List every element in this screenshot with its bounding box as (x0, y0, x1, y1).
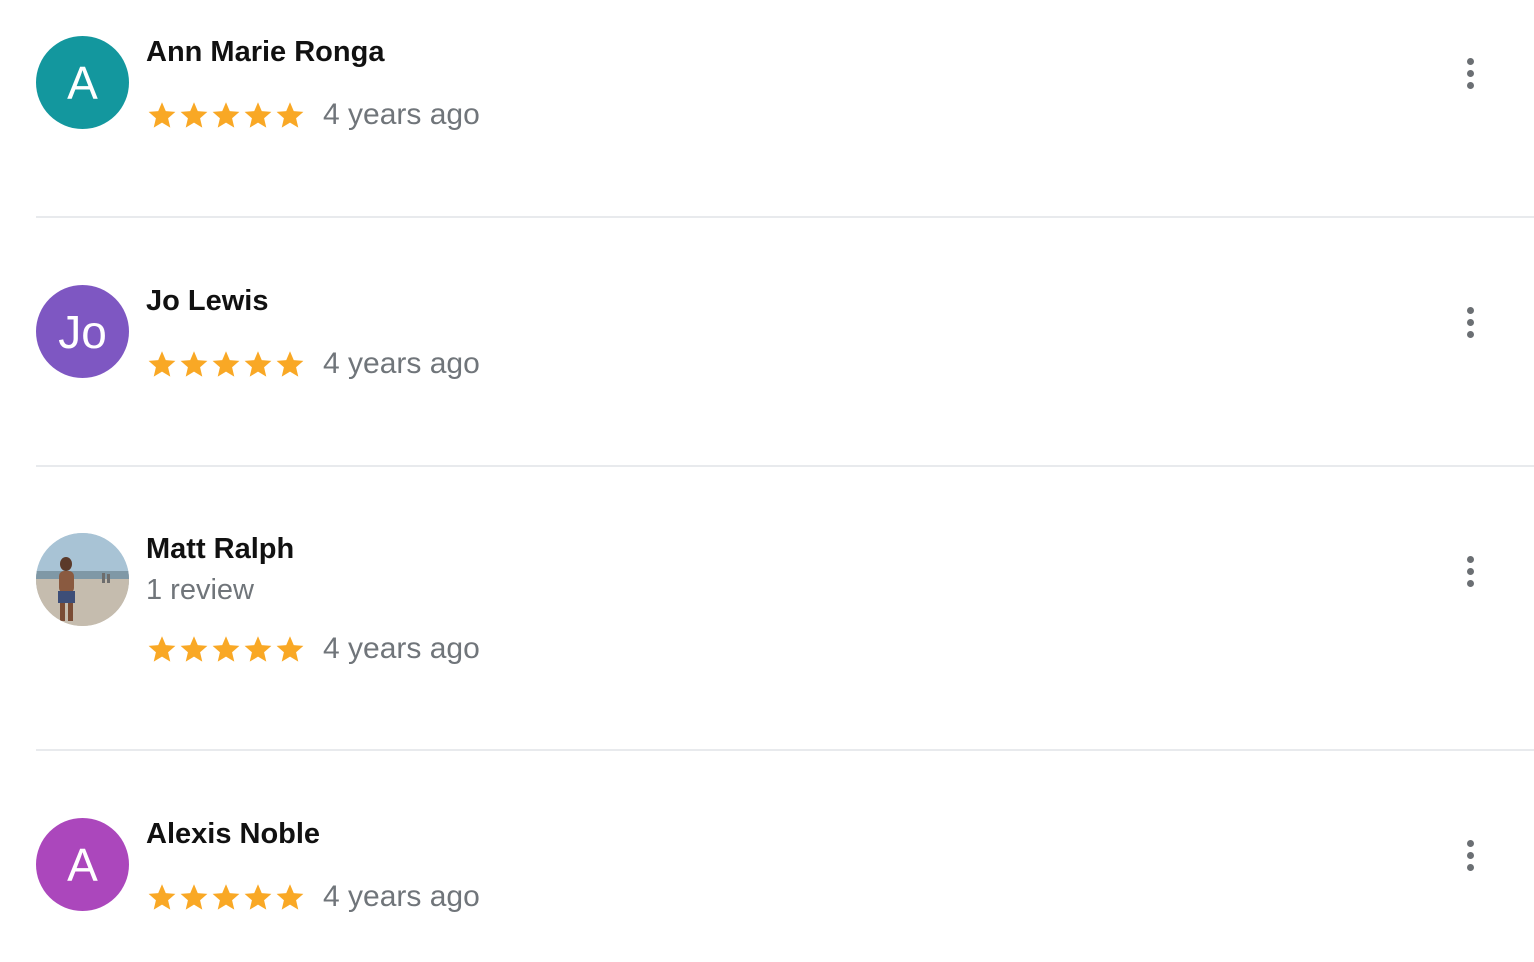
divider (36, 749, 1534, 751)
avatar-initial: Jo (58, 305, 107, 358)
star-icon (242, 348, 274, 380)
star-rating (146, 633, 306, 665)
star-icon (210, 99, 242, 131)
star-icon (178, 633, 210, 665)
rating-row: 4 years ago (146, 344, 480, 384)
star-icon (210, 881, 242, 913)
star-icon (146, 99, 178, 131)
review-count[interactable]: 1 review (146, 574, 254, 607)
star-rating (146, 99, 306, 131)
avatar[interactable] (36, 533, 129, 626)
star-icon (242, 633, 274, 665)
avatar-initial: A (67, 56, 98, 109)
star-icon (242, 99, 274, 131)
reviewer-name[interactable]: Matt Ralph (146, 533, 294, 566)
star-icon (146, 633, 178, 665)
rating-row: 4 years ago (146, 629, 480, 669)
avatar[interactable]: A (36, 36, 129, 129)
reviewer-name[interactable]: Jo Lewis (146, 285, 269, 318)
review-date: 4 years ago (323, 632, 480, 665)
star-icon (146, 881, 178, 913)
review-date: 4 years ago (323, 880, 480, 913)
review-date: 4 years ago (323, 347, 480, 380)
star-icon (146, 348, 178, 380)
review-list: A Ann Marie Ronga 4 years ago Jo Jo Lewi… (0, 0, 1534, 962)
avatar-photo-image (36, 533, 129, 626)
rating-row: 4 years ago (146, 95, 480, 135)
star-icon (274, 348, 306, 380)
more-options-button[interactable] (1450, 51, 1490, 95)
reviewer-name[interactable]: Ann Marie Ronga (146, 36, 384, 69)
avatar-initial: A (67, 838, 98, 891)
star-icon (274, 633, 306, 665)
review-date: 4 years ago (323, 98, 480, 131)
more-options-button[interactable] (1450, 300, 1490, 344)
star-icon (242, 881, 274, 913)
star-icon (178, 881, 210, 913)
reviewer-name[interactable]: Alexis Noble (146, 818, 320, 851)
rating-row: 4 years ago (146, 877, 480, 917)
star-icon (274, 881, 306, 913)
avatar[interactable]: Jo (36, 285, 129, 378)
star-icon (178, 348, 210, 380)
divider (36, 465, 1534, 467)
more-options-button[interactable] (1450, 833, 1490, 877)
star-icon (210, 633, 242, 665)
avatar[interactable]: A (36, 818, 129, 911)
divider (36, 216, 1534, 218)
star-rating (146, 881, 306, 913)
star-rating (146, 348, 306, 380)
star-icon (210, 348, 242, 380)
star-icon (178, 99, 210, 131)
star-icon (274, 99, 306, 131)
more-options-button[interactable] (1450, 549, 1490, 593)
